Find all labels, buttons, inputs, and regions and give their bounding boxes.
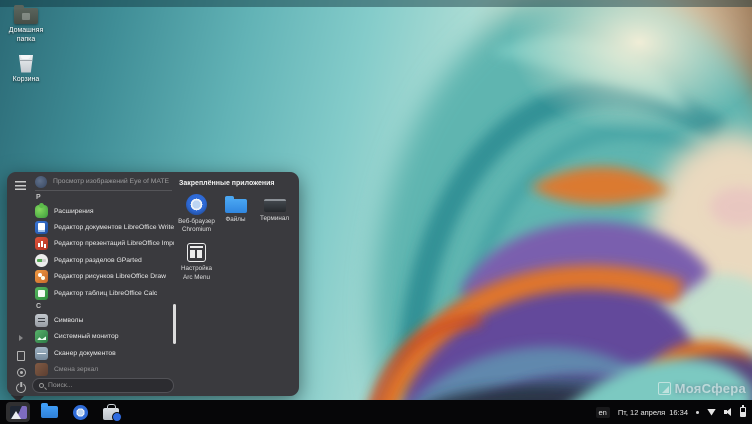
settings-gear-icon[interactable] [17, 368, 26, 377]
desktop-icon-label: Домашняя папка [2, 27, 50, 45]
characters-icon [35, 314, 48, 327]
mirrors-icon [35, 363, 48, 376]
files-icon [41, 406, 58, 418]
pinned-app-label: Файлы [225, 216, 245, 224]
search-box[interactable] [32, 378, 174, 393]
chromium-icon [186, 194, 207, 215]
battery-icon[interactable] [740, 407, 746, 417]
trash-icon [18, 54, 34, 73]
watermark: МояСфера [658, 381, 746, 396]
app-label: Редактор документов LibreOffice Writer [54, 224, 174, 231]
pinned-app-files[interactable]: Файлы [216, 194, 255, 234]
app-label: Расширения [54, 208, 94, 215]
taskbar-chromium-button[interactable] [68, 402, 92, 422]
taskbar-software-button[interactable] [99, 402, 123, 422]
keyboard-layout-indicator[interactable]: en [596, 407, 610, 418]
desktop-icon-trash[interactable]: Корзина [2, 54, 50, 85]
tray-time: 16:34 [669, 408, 688, 417]
app-label: Сканер документов [54, 350, 116, 357]
document-scanner-icon [35, 347, 48, 360]
libreoffice-writer-icon [35, 221, 48, 234]
section-letter: С [33, 301, 174, 312]
taskbar-files-button[interactable] [37, 402, 61, 422]
desktop: Домашняя папка Корзина МояСфера Просмотр… [0, 0, 752, 424]
search-input[interactable] [48, 382, 167, 389]
pinned-app-label: Веб-браузер Chromium [177, 218, 216, 234]
app-list-item[interactable]: Редактор документов LibreOffice Writer [33, 219, 174, 235]
software-store-icon [103, 408, 119, 420]
app-list-item[interactable]: Смена зеркал [33, 362, 174, 378]
app-label: Символы [54, 317, 83, 324]
app-list-item[interactable]: Сканер документов [33, 345, 174, 361]
home-folder-icon [14, 8, 38, 24]
app-list-item[interactable]: Расширения [33, 203, 174, 219]
documents-icon[interactable] [17, 351, 25, 361]
watermark-logo-icon [658, 382, 671, 395]
power-icon[interactable] [16, 383, 26, 393]
app-list: Просмотр изображений Eye of MATE Р Расши… [33, 175, 174, 378]
notification-dot-icon [696, 411, 699, 414]
wallpaper-swirl [340, 0, 752, 424]
clock[interactable]: Пт, 12 апреля 16:34 [618, 408, 688, 417]
arc-menu-settings-icon [187, 243, 206, 262]
app-list-item[interactable]: Редактор рисунков LibreOffice Draw [33, 269, 174, 285]
app-menu: Просмотр изображений Eye of MATE Р Расши… [7, 172, 299, 396]
wifi-icon[interactable] [707, 409, 716, 416]
os-logo-icon [10, 406, 27, 419]
app-list-item[interactable]: Символы [33, 312, 174, 328]
search-icon [39, 383, 44, 388]
taskbar-launchers [6, 402, 123, 422]
taskbar: en Пт, 12 апреля 16:34 [0, 400, 752, 424]
wallpaper-top-band [0, 0, 752, 7]
app-list-item[interactable]: Системный монитор [33, 329, 174, 345]
desktop-icon-area: Домашняя папка Корзина [2, 8, 50, 84]
app-label: Просмотр изображений Eye of MATE [53, 178, 169, 185]
pinned-apps-panel: Закреплённые приложения Веб-браузер Chro… [177, 178, 297, 282]
pinned-app-terminal[interactable]: Терминал [255, 194, 294, 234]
hamburger-menu-icon[interactable] [15, 181, 26, 190]
desktop-icon-label: Корзина [2, 76, 50, 85]
menu-side-strip [7, 172, 33, 396]
app-list-item[interactable]: Редактор презентаций LibreOffice Impress [33, 236, 174, 252]
tray-date: Пт, 12 апреля [618, 408, 665, 417]
pinned-app-label: Терминал [260, 215, 289, 223]
divider [35, 190, 172, 191]
system-tray: en Пт, 12 апреля 16:34 [596, 407, 746, 418]
collapse-arrow-icon[interactable] [19, 335, 23, 341]
eye-of-mate-icon [35, 176, 47, 188]
desktop-icon-home[interactable]: Домашняя папка [2, 8, 50, 45]
libreoffice-calc-icon [35, 287, 48, 300]
app-list-item[interactable]: Редактор таблиц LibreOffice Calc [33, 285, 174, 301]
libreoffice-impress-icon [35, 237, 48, 250]
app-label: Редактор презентаций LibreOffice Impress [54, 240, 174, 247]
app-list-item[interactable]: Редактор разделов GParted [33, 252, 174, 268]
pinned-app-label: Настройка Arc Menu [177, 265, 216, 281]
app-label: Системный монитор [54, 333, 119, 340]
gparted-icon [35, 254, 48, 267]
app-label: Редактор разделов GParted [54, 257, 142, 264]
app-label: Смена зеркал [54, 366, 98, 373]
files-icon [225, 199, 247, 213]
extensions-icon [35, 205, 48, 218]
app-list-item[interactable]: Просмотр изображений Eye of MATE [33, 175, 174, 188]
libreoffice-draw-icon [35, 270, 48, 283]
system-monitor-icon [35, 330, 48, 343]
pinned-header: Закреплённые приложения [179, 180, 297, 187]
app-label: Редактор рисунков LibreOffice Draw [54, 273, 166, 280]
scrollbar[interactable] [173, 304, 176, 344]
menu-button[interactable] [6, 402, 30, 422]
pinned-app-arcmenu-settings[interactable]: Настройка Arc Menu [177, 243, 216, 281]
terminal-icon [264, 199, 286, 212]
volume-icon[interactable] [724, 408, 732, 417]
app-label: Редактор таблиц LibreOffice Calc [54, 290, 157, 297]
watermark-text: МояСфера [675, 381, 746, 396]
section-letter: Р [33, 192, 174, 203]
chromium-icon [73, 405, 88, 420]
pinned-app-chromium[interactable]: Веб-браузер Chromium [177, 194, 216, 234]
pinned-grid: Веб-браузер Chromium Файлы Терминал Наст… [177, 194, 297, 282]
